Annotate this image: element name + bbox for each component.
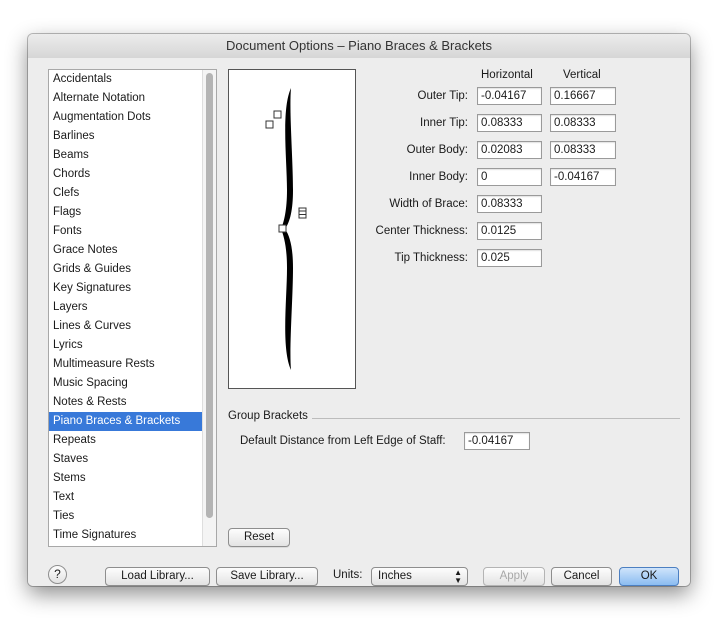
category-item[interactable]: Fonts bbox=[49, 222, 216, 241]
units-label: Units: bbox=[333, 569, 363, 581]
horizontal-column-header: Horizontal bbox=[481, 69, 533, 81]
apply-button[interactable]: Apply bbox=[483, 567, 545, 586]
select-arrows-icon: ▲ ▼ bbox=[454, 568, 462, 585]
group-brackets-title: Group Brackets bbox=[228, 410, 308, 422]
help-button[interactable]: ? bbox=[48, 565, 67, 584]
outer-tip-horizontal-input[interactable]: -0.04167 bbox=[477, 87, 542, 105]
category-item[interactable]: Barlines bbox=[49, 127, 216, 146]
category-list-items: Accidentals Alternate Notation Augmentatio… bbox=[49, 70, 216, 545]
category-item[interactable]: Flags bbox=[49, 203, 216, 222]
reset-button[interactable]: Reset bbox=[228, 528, 290, 547]
window-title: Document Options – Piano Braces & Bracke… bbox=[28, 34, 690, 59]
category-item[interactable]: Grace Notes bbox=[49, 241, 216, 260]
category-item[interactable]: Key Signatures bbox=[49, 279, 216, 298]
category-item[interactable]: Repeats bbox=[49, 431, 216, 450]
group-brackets-divider bbox=[312, 418, 680, 419]
center-thickness-input[interactable]: 0.0125 bbox=[477, 222, 542, 240]
center-thickness-label: Center Thickness: bbox=[375, 225, 468, 237]
default-distance-label: Default Distance from Left Edge of Staff… bbox=[240, 435, 446, 447]
outer-body-vertical-input[interactable]: 0.08333 bbox=[550, 141, 616, 159]
category-item[interactable]: Staves bbox=[49, 450, 216, 469]
inner-body-label: Inner Body: bbox=[409, 171, 468, 183]
inner-tip-vertical-input[interactable]: 0.08333 bbox=[550, 114, 616, 132]
category-item[interactable]: Layers bbox=[49, 298, 216, 317]
category-item[interactable]: Augmentation Dots bbox=[49, 108, 216, 127]
category-item[interactable]: Clefs bbox=[49, 184, 216, 203]
width-handle[interactable] bbox=[298, 207, 307, 219]
dialog-content: Accidentals Alternate Notation Augmentatio… bbox=[28, 58, 690, 586]
category-item[interactable]: Beams bbox=[49, 146, 216, 165]
category-item[interactable]: Ties bbox=[49, 507, 216, 526]
category-item[interactable]: Piano Braces & Brackets bbox=[49, 412, 216, 431]
units-select[interactable]: Inches ▲ ▼ bbox=[371, 567, 468, 586]
tip-thickness-label: Tip Thickness: bbox=[394, 252, 469, 264]
ok-button[interactable]: OK bbox=[619, 567, 679, 586]
category-item[interactable]: Notes & Rests bbox=[49, 393, 216, 412]
category-item[interactable]: Time Signatures bbox=[49, 526, 216, 545]
outer-tip-handle[interactable] bbox=[265, 120, 274, 129]
outer-tip-label: Outer Tip: bbox=[417, 90, 469, 102]
tip-thickness-input[interactable]: 0.025 bbox=[477, 249, 542, 267]
width-of-brace-input[interactable]: 0.08333 bbox=[477, 195, 542, 213]
scrollbar-thumb[interactable] bbox=[206, 73, 213, 518]
outer-body-label: Outer Body: bbox=[406, 144, 468, 156]
category-item[interactable]: Lines & Curves bbox=[49, 317, 216, 336]
document-options-dialog: Document Options – Piano Braces & Bracke… bbox=[28, 34, 690, 586]
inner-tip-horizontal-input[interactable]: 0.08333 bbox=[477, 114, 542, 132]
category-item[interactable]: Lyrics bbox=[49, 336, 216, 355]
center-handle[interactable] bbox=[278, 224, 287, 233]
category-item[interactable]: Text bbox=[49, 488, 216, 507]
category-list[interactable]: Accidentals Alternate Notation Augmentatio… bbox=[48, 69, 217, 547]
category-item[interactable]: Accidentals bbox=[49, 70, 216, 89]
cancel-button[interactable]: Cancel bbox=[551, 567, 612, 586]
category-list-scrollbar[interactable] bbox=[202, 70, 216, 546]
category-item[interactable]: Grids & Guides bbox=[49, 260, 216, 279]
outer-body-horizontal-input[interactable]: 0.02083 bbox=[477, 141, 542, 159]
save-library-button[interactable]: Save Library... bbox=[216, 567, 318, 586]
inner-body-vertical-input[interactable]: -0.04167 bbox=[550, 168, 616, 186]
default-distance-input[interactable]: -0.04167 bbox=[464, 432, 530, 450]
category-item[interactable]: Alternate Notation bbox=[49, 89, 216, 108]
outer-tip-vertical-input[interactable]: 0.16667 bbox=[550, 87, 616, 105]
vertical-column-header: Vertical bbox=[563, 69, 601, 81]
load-library-button[interactable]: Load Library... bbox=[105, 567, 210, 586]
units-select-value: Inches bbox=[378, 570, 412, 582]
category-item[interactable]: Stems bbox=[49, 469, 216, 488]
category-item[interactable]: Chords bbox=[49, 165, 216, 184]
inner-tip-handle[interactable] bbox=[273, 110, 282, 119]
category-item[interactable]: Music Spacing bbox=[49, 374, 216, 393]
category-item[interactable]: Multimeasure Rests bbox=[49, 355, 216, 374]
width-of-brace-label: Width of Brace: bbox=[389, 198, 468, 210]
inner-tip-label: Inner Tip: bbox=[420, 117, 468, 129]
inner-body-horizontal-input[interactable]: 0 bbox=[477, 168, 542, 186]
